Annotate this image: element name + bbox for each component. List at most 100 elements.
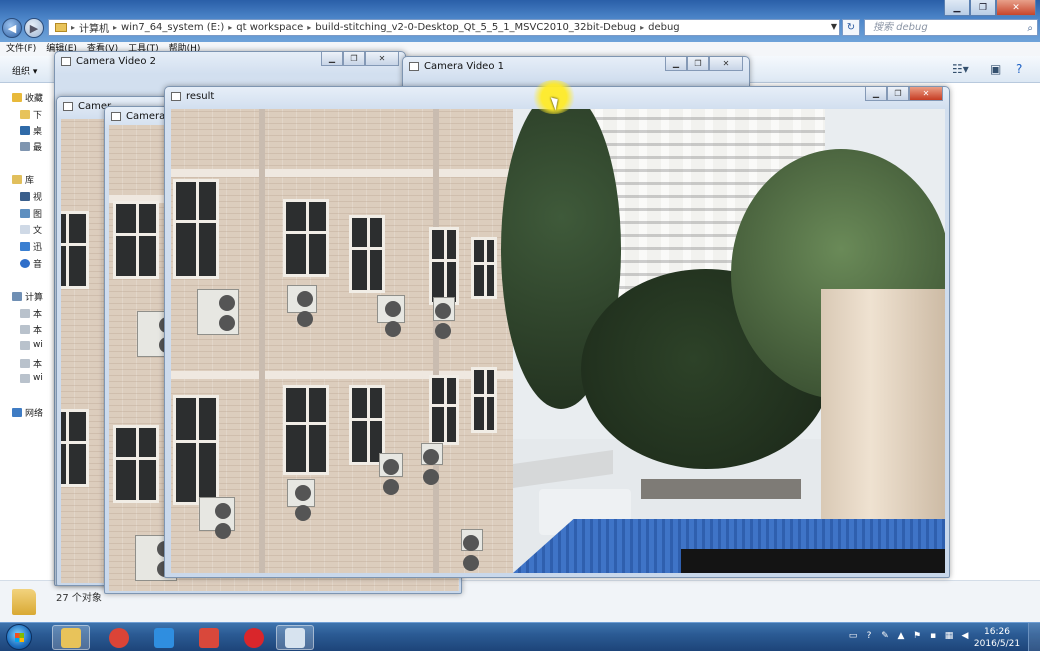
building-window <box>429 227 459 305</box>
close-button[interactable]: ✕ <box>709 57 743 71</box>
minimize-button[interactable]: ▁ <box>944 0 970 16</box>
sidebar-item-favorites[interactable]: 收藏 <box>12 91 43 104</box>
close-icon: ✕ <box>1012 2 1020 13</box>
sidebar-item-label: 迅 <box>33 243 43 253</box>
maximize-icon: ❐ <box>694 59 702 68</box>
close-button[interactable]: ✕ <box>909 87 943 101</box>
folder-icon <box>55 23 67 32</box>
volume-icon[interactable]: ◀ <box>960 631 970 641</box>
sidebar-item-desktop[interactable]: 桌 <box>20 124 42 137</box>
result-window[interactable]: result ▁ ❐ ✕ <box>164 86 950 578</box>
sidebar-item-recent[interactable]: 最 <box>20 140 42 153</box>
address-dropdown-icon[interactable]: ▼ <box>831 22 837 31</box>
building-window <box>283 385 329 475</box>
opera-taskbar-icon <box>244 627 264 648</box>
help-icon[interactable]: ? <box>864 631 874 641</box>
organize-button[interactable]: 组织 ▾ <box>12 64 37 77</box>
window-controls: ▁ ❐ ✕ <box>865 87 943 101</box>
air-conditioner <box>287 479 315 507</box>
minimize-button[interactable]: ▁ <box>865 87 887 101</box>
taskbar-button[interactable] <box>100 625 138 650</box>
taskbar-button[interactable] <box>235 625 273 650</box>
facade-stripe <box>171 371 513 379</box>
help-icon[interactable]: ? <box>1016 62 1022 76</box>
maximize-icon: ❐ <box>894 89 902 98</box>
minimize-button[interactable]: ▁ <box>665 57 687 71</box>
sidebar-item-libraries[interactable]: 库 <box>12 173 34 186</box>
building-window <box>471 367 497 433</box>
disk-icon <box>20 359 30 368</box>
sidebar-item-drive[interactable]: 本 <box>20 357 42 370</box>
show-hidden-icons-icon[interactable]: ▲ <box>896 631 906 641</box>
taskbar-button[interactable] <box>190 625 228 650</box>
start-button[interactable] <box>6 624 32 650</box>
sidebar-item-drive[interactable]: 本 <box>20 323 42 336</box>
maximize-button[interactable]: ❐ <box>970 0 996 16</box>
refresh-button[interactable]: ↻ <box>842 19 860 36</box>
restore-icon: ❐ <box>978 2 988 13</box>
stitched-panorama <box>171 109 945 573</box>
keyboard-icon[interactable]: ▭ <box>848 631 858 641</box>
forward-button[interactable]: ▶ <box>24 18 44 38</box>
app-icon <box>171 92 181 101</box>
search-input[interactable]: 搜索 debug ⌕ <box>864 19 1038 36</box>
window-title: Camera Video 1 <box>409 61 504 72</box>
sidebar-item-network[interactable]: 网络 <box>12 406 43 419</box>
clock[interactable]: 16:26 2016/5/21 <box>972 626 1022 650</box>
item-count: 27 个对象 <box>56 593 102 604</box>
taskbar-button[interactable] <box>276 625 314 650</box>
breadcrumb-build[interactable]: build-stitching_v2-0-Desktop_Qt_5_5_1_MS… <box>315 22 636 33</box>
sidebar-item-videos[interactable]: 视 <box>20 190 42 203</box>
settings-icon[interactable]: ✎ <box>880 631 890 641</box>
sidebar-item-label: 计算 <box>25 293 44 303</box>
sidebar-item-downloads[interactable]: 下 <box>20 108 42 121</box>
sidebar-item-thunder[interactable]: 迅 <box>20 240 42 253</box>
close-button[interactable]: ✕ <box>365 52 399 66</box>
document-icon <box>20 225 30 234</box>
minimize-icon: ▁ <box>872 89 880 98</box>
sidebar-item-music[interactable]: 音 <box>20 257 42 270</box>
air-conditioner <box>379 453 403 477</box>
search-icon[interactable]: ⌕ <box>1027 21 1033 36</box>
chevron-right-icon[interactable]: ▸ <box>640 23 644 32</box>
maximize-button[interactable]: ❐ <box>687 57 709 71</box>
maximize-button[interactable]: ❐ <box>887 87 909 101</box>
sidebar-item-drive[interactable]: 本 <box>20 307 42 320</box>
app-window-taskbar-icon <box>285 627 305 648</box>
menu-file[interactable]: 文件(F) <box>6 42 36 56</box>
close-icon: ✕ <box>378 54 386 63</box>
chevron-right-icon[interactable]: ▸ <box>113 23 117 32</box>
chevron-right-icon[interactable]: ▸ <box>71 23 75 32</box>
library-icon <box>12 175 22 184</box>
breadcrumb-debug[interactable]: debug <box>648 22 680 33</box>
sidebar-item-pictures[interactable]: 图 <box>20 207 42 220</box>
breadcrumb-workspace[interactable]: qt workspace <box>236 22 303 33</box>
network-icon[interactable]: ▦ <box>944 631 954 641</box>
preview-pane-icon[interactable]: ▣ <box>990 62 1001 76</box>
sidebar-item-documents[interactable]: 文 <box>20 223 42 236</box>
view-options-icon[interactable]: ☷▾ <box>952 62 969 76</box>
minimize-button[interactable]: ▁ <box>321 52 343 66</box>
taskbar-button[interactable] <box>145 625 183 650</box>
sidebar-item-computer[interactable]: 计算 <box>12 290 43 303</box>
facade-stripe <box>171 169 513 177</box>
chevron-right-icon[interactable]: ▸ <box>307 23 311 32</box>
show-desktop-button[interactable] <box>1028 623 1040 651</box>
maximize-button[interactable]: ❐ <box>343 52 365 66</box>
sidebar-item-drive[interactable]: wi <box>20 373 43 383</box>
building-window <box>349 215 385 293</box>
back-button[interactable]: ◀ <box>2 18 22 38</box>
chrome-taskbar-icon <box>109 627 129 648</box>
close-button[interactable]: ✕ <box>996 0 1036 16</box>
address-bar[interactable]: ▸ 计算机 ▸ win7_64_system (E:) ▸ qt workspa… <box>48 19 840 36</box>
minimize-icon: ▁ <box>672 59 680 68</box>
computer-icon <box>12 292 22 301</box>
chevron-right-icon[interactable]: ▸ <box>228 23 232 32</box>
taskbar-button[interactable] <box>52 625 90 650</box>
action-center-icon[interactable]: ▪ <box>928 631 938 641</box>
app-icon <box>61 57 71 66</box>
breadcrumb-drive[interactable]: win7_64_system (E:) <box>121 22 224 33</box>
sidebar-item-drive[interactable]: wi <box>20 340 43 350</box>
breadcrumb-computer[interactable]: 计算机 <box>79 20 109 35</box>
flag-icon[interactable]: ⚑ <box>912 631 922 641</box>
